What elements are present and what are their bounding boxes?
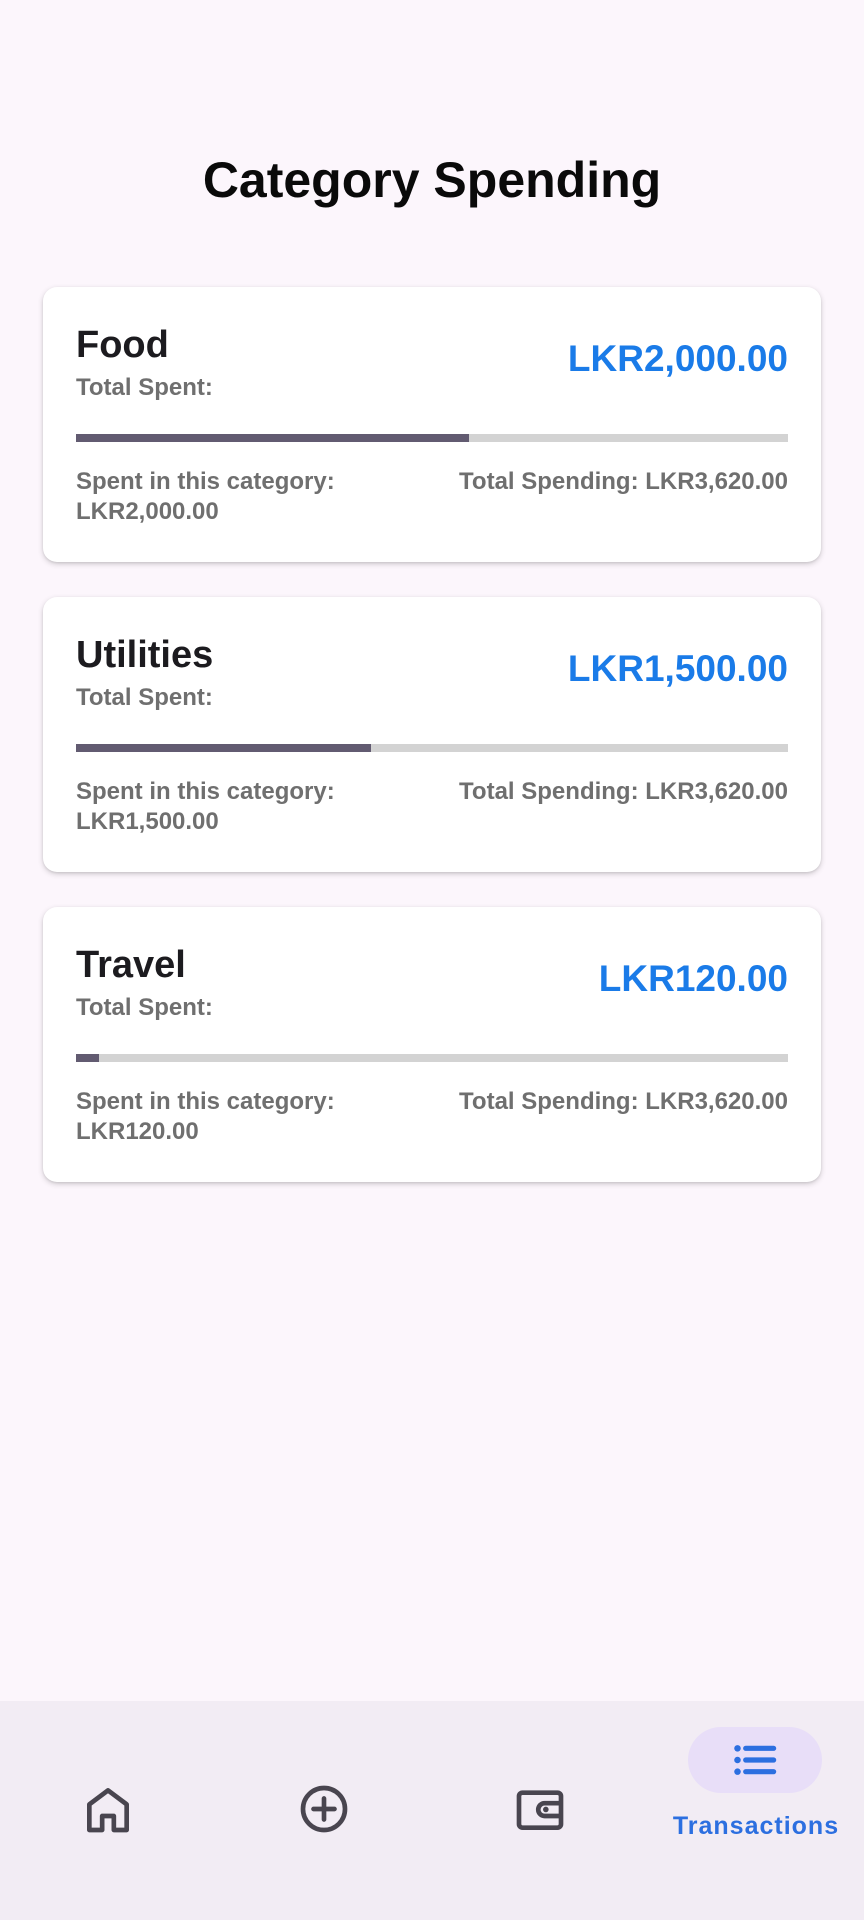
- total-spending: Total Spending: LKR3,620.00: [459, 778, 788, 805]
- total-spending: Total Spending: LKR3,620.00: [459, 468, 788, 495]
- category-amount: LKR2,000.00: [567, 338, 788, 379]
- spent-in-category-label: Spent in this category:: [76, 778, 335, 805]
- category-name: Travel: [76, 944, 186, 986]
- spending-progress-bar: [76, 744, 788, 752]
- nav-item-add[interactable]: [216, 1701, 432, 1920]
- spent-in-category-value: LKR2,000.00: [76, 498, 219, 525]
- spending-progress-fill: [76, 434, 470, 442]
- spending-progress-fill: [76, 1054, 100, 1062]
- category-card-travel[interactable]: Travel Total Spent: LKR120.00 Spent in t…: [43, 907, 821, 1182]
- nav-active-indicator: [688, 1727, 822, 1793]
- nav-label-transactions: Transactions: [672, 1812, 840, 1840]
- category-card-food[interactable]: Food Total Spent: LKR2,000.00 Spent in t…: [43, 287, 821, 562]
- total-spent-label: Total Spent:: [76, 684, 213, 711]
- page-title: Category Spending: [202, 152, 662, 208]
- total-spent-label: Total Spent:: [76, 994, 213, 1021]
- nav-item-wallet[interactable]: [432, 1701, 648, 1920]
- list-icon: [734, 1745, 777, 1775]
- spent-in-category-value: LKR1,500.00: [76, 808, 219, 835]
- home-icon: [87, 1788, 129, 1833]
- spent-in-category: Spent in this category: LKR2,000.00: [76, 467, 416, 527]
- nav-item-home[interactable]: [0, 1701, 216, 1920]
- category-name: Food: [76, 324, 169, 366]
- wallet-icon: [516, 1790, 564, 1830]
- spending-progress-fill: [76, 744, 371, 752]
- bottom-navigation-bar: Transactions: [0, 1701, 864, 1920]
- spending-progress-bar: [76, 1054, 788, 1062]
- total-spending: Total Spending: LKR3,620.00: [459, 1088, 788, 1115]
- category-card-utilities[interactable]: Utilities Total Spent: LKR1,500.00 Spent…: [43, 597, 821, 872]
- spent-in-category: Spent in this category: LKR1,500.00: [76, 777, 416, 837]
- add-circle-icon: [300, 1785, 348, 1833]
- category-amount: LKR120.00: [598, 958, 788, 999]
- category-amount: LKR1,500.00: [567, 648, 788, 689]
- spending-progress-bar: [76, 434, 788, 442]
- spent-in-category-label: Spent in this category:: [76, 1088, 335, 1115]
- category-name: Utilities: [76, 634, 214, 676]
- spent-in-category-label: Spent in this category:: [76, 468, 335, 495]
- spent-in-category-value: LKR120.00: [76, 1118, 199, 1145]
- total-spent-label: Total Spent:: [76, 374, 213, 401]
- spent-in-category: Spent in this category: LKR120.00: [76, 1087, 416, 1147]
- nav-item-transactions[interactable]: Transactions: [648, 1701, 864, 1920]
